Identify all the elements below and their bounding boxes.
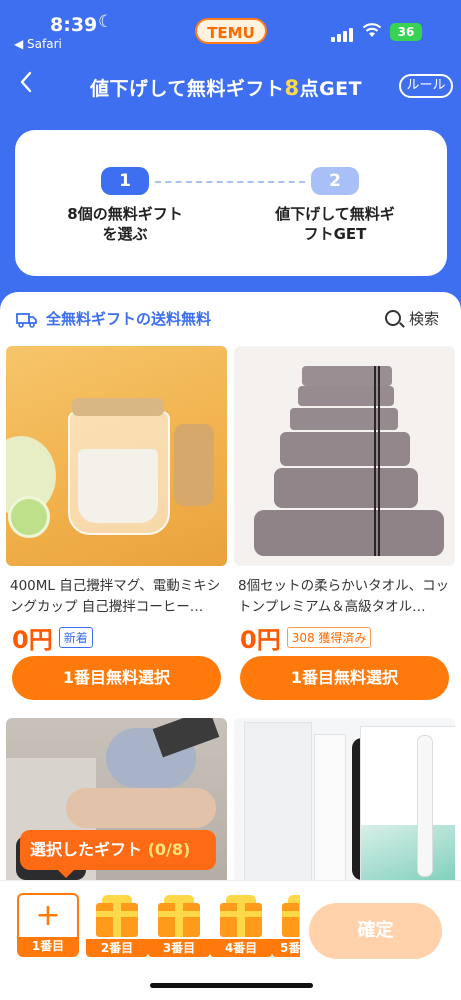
step-2-line-2: フトGET	[303, 225, 367, 243]
step-1-line-2: を選ぶ	[102, 225, 148, 243]
slot-label: 4番目	[210, 939, 272, 957]
rules-button[interactable]: ルール	[399, 74, 453, 98]
selected-gifts-label: 選択したギフト	[30, 840, 143, 859]
legs-shape	[66, 788, 216, 828]
toothbrush-box	[360, 726, 455, 880]
price-row: 0円 308 獲得済み	[234, 620, 455, 654]
towel-stack-4	[280, 432, 410, 466]
gift-slot-4[interactable]: 4番目	[210, 893, 272, 957]
product-price: 0円	[240, 626, 281, 654]
step-1-text: 8個の無料ギフト を選ぶ	[45, 204, 205, 244]
step-1-badge: 1	[101, 167, 149, 195]
search-button[interactable]: 検索	[385, 308, 439, 329]
mug-body	[68, 411, 170, 535]
lime-slice	[8, 496, 50, 538]
nav-bar: 値下げして無料ギフト8点GET ルール	[0, 62, 461, 112]
truck-icon	[16, 312, 37, 328]
back-to-safari-link[interactable]: ◀ Safari	[14, 37, 62, 51]
title-suffix: 点GET	[299, 78, 363, 100]
gift-box-icon	[220, 903, 262, 937]
title-highlight: 8	[284, 76, 300, 100]
mug-lid	[72, 398, 164, 416]
slot-label: 5番	[272, 939, 300, 957]
product-title[interactable]: 400ML 自己攪拌マグ、電動ミキシングカップ 自己攪拌コーヒー…	[6, 576, 227, 618]
wifi-icon	[362, 23, 382, 37]
gift-slot-1[interactable]: + 1番目	[17, 893, 79, 957]
free-shipping-label: 全無料ギフトの送料無料	[46, 310, 212, 328]
back-button[interactable]	[18, 70, 48, 100]
clock: 8:39	[50, 14, 98, 36]
product-image-mug[interactable]	[6, 346, 227, 566]
product-image-toothbrush[interactable]	[234, 718, 455, 880]
confirm-button[interactable]: 確定	[309, 903, 442, 959]
bottom-selection-bar: + 1番目 2番目 3番目 4番目 5番 確定	[0, 880, 461, 1000]
gift-box-icon	[96, 903, 138, 937]
gift-box-icon	[158, 903, 200, 937]
steps-card: 1 2 8個の無料ギフト を選ぶ 値下げして無料ギ フトGET	[15, 130, 447, 276]
step-2-line-1: 値下げして無料ギ	[275, 205, 395, 223]
towel-stack-5	[274, 468, 418, 508]
product-card-toothbrush[interactable]	[234, 718, 455, 880]
price-row: 0円 新着	[6, 620, 227, 654]
free-shipping-banner: 全無料ギフトの送料無料	[16, 308, 211, 329]
search-label: 検索	[409, 310, 440, 328]
selected-gifts-popup[interactable]: 選択したギフト (0/8)	[20, 830, 216, 878]
box-shape-1	[244, 722, 312, 880]
select-free-button[interactable]: 1番目無料選択	[12, 656, 221, 700]
slot-label: 2番目	[86, 939, 148, 957]
selected-gifts-count: (0/8)	[147, 840, 191, 859]
gift-slot-5[interactable]: 5番	[272, 893, 300, 957]
slot-label: 3番目	[148, 939, 210, 957]
product-image-towels[interactable]	[234, 346, 455, 566]
step-1-line-1: 8個の無料ギフト	[67, 205, 183, 223]
towel-stack-3	[290, 408, 398, 430]
gift-slot-2[interactable]: 2番目	[86, 893, 148, 957]
battery-indicator: 36	[390, 23, 422, 41]
new-badge: 新着	[58, 627, 93, 648]
gift-box-icon	[282, 903, 300, 937]
step-connector	[155, 181, 305, 183]
box-shape-2	[314, 734, 346, 880]
plus-icon: +	[35, 898, 61, 933]
product-card-towels[interactable]: 8個セットの柔らかいタオル、コットンプレミアム＆高級タオル… 0円 308 獲得済…	[234, 346, 455, 700]
chevron-left-icon	[20, 71, 32, 93]
step-2-badge: 2	[311, 167, 359, 195]
towel-stack-6	[254, 510, 444, 556]
slot-label: 1番目	[19, 937, 77, 955]
claimed-count-badge: 308 獲得済み	[286, 627, 372, 648]
product-price: 0円	[12, 626, 53, 654]
cellular-signal-icon	[331, 26, 353, 42]
page-title: 値下げして無料ギフト8点GET	[90, 74, 362, 101]
product-card-mug[interactable]: 400ML 自己攪拌マグ、電動ミキシングカップ 自己攪拌コーヒー… 0円 新着 1…	[6, 346, 227, 700]
gift-slot-3[interactable]: 3番目	[148, 893, 210, 957]
product-title[interactable]: 8個セットの柔らかいタオル、コットンプレミアム＆高級タオル…	[234, 576, 455, 618]
search-icon	[385, 309, 401, 326]
towel-stripes	[374, 366, 380, 556]
status-bar: 8:39 ☾ ◀ Safari TEMU 36	[0, 0, 461, 51]
mug-handle	[174, 424, 214, 506]
white-brush	[417, 735, 433, 877]
mug-liquid	[78, 449, 158, 523]
temu-logo: TEMU	[195, 18, 267, 44]
title-prefix: 値下げして無料ギフト	[90, 78, 285, 100]
step-2-text: 値下げして無料ギ フトGET	[255, 204, 415, 244]
moon-icon: ☾	[98, 12, 114, 32]
home-indicator[interactable]	[150, 983, 313, 988]
select-free-button[interactable]: 1番目無料選択	[240, 656, 449, 700]
box-wave	[361, 825, 455, 880]
